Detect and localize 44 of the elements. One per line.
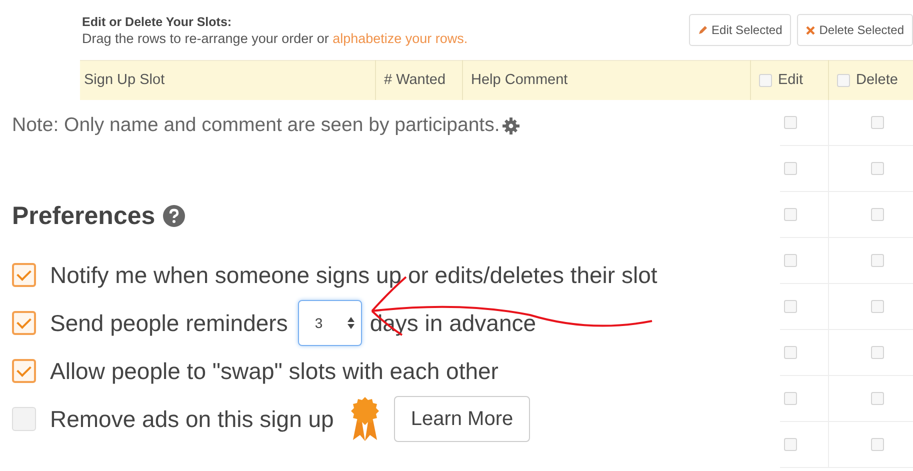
checkbox[interactable] <box>784 162 797 175</box>
checkbox[interactable] <box>871 300 884 313</box>
checkbox[interactable] <box>871 254 884 267</box>
checkbox[interactable] <box>871 346 884 359</box>
checkbox[interactable] <box>871 438 884 451</box>
checkbox[interactable] <box>12 263 36 287</box>
checkbox[interactable] <box>759 74 772 86</box>
number-field[interactable]: 3 <box>298 300 362 346</box>
checkbox[interactable] <box>12 407 36 431</box>
checkbox[interactable] <box>784 208 797 221</box>
pencil-icon <box>698 25 708 35</box>
settings-icon[interactable] <box>502 116 520 134</box>
checkbox[interactable] <box>12 311 36 335</box>
cross-icon <box>806 26 816 34</box>
checkbox[interactable] <box>871 392 884 405</box>
column-header: # Wanted <box>384 72 446 88</box>
checkbox[interactable] <box>871 162 884 175</box>
section-title: Edit or Delete Your Slots: <box>82 14 233 28</box>
column-header: Help Comment <box>471 72 568 88</box>
checkbox[interactable] <box>784 300 797 313</box>
option-label: Send people reminders <box>50 310 288 336</box>
option-label: Notify me when someone signs up or edits/deletes their slot <box>50 262 658 288</box>
checkbox[interactable] <box>12 359 36 383</box>
column-header: Sign Up Slot <box>84 72 165 88</box>
column-header: Edit <box>778 72 803 88</box>
delete-selected-button[interactable]: Delete Selected <box>797 14 913 46</box>
checkbox[interactable] <box>871 116 884 129</box>
checkbox[interactable] <box>784 438 797 451</box>
help-icon[interactable] <box>163 205 186 227</box>
option-label: Allow people to "swap" slots with each other <box>50 358 498 384</box>
checkbox[interactable] <box>871 208 884 221</box>
edit-selected-button[interactable]: Edit Selected <box>688 14 792 46</box>
spinner-icon <box>346 316 355 330</box>
preferences-heading: Preferences <box>12 202 156 230</box>
checkbox[interactable] <box>784 254 797 267</box>
checkbox[interactable] <box>784 346 797 359</box>
instruction-text: Drag the rows to re-arrange your order or alphabetize your rows. <box>82 30 468 46</box>
learn-more-button[interactable]: Learn More <box>394 396 530 442</box>
column-header: Delete <box>856 72 898 88</box>
note-text: Note: Only name and comment are seen by participants. <box>12 114 500 137</box>
checkbox[interactable] <box>784 392 797 405</box>
option-label: Remove ads on this sign up <box>50 406 334 432</box>
checkbox[interactable] <box>837 74 850 86</box>
checkbox[interactable] <box>784 116 797 129</box>
